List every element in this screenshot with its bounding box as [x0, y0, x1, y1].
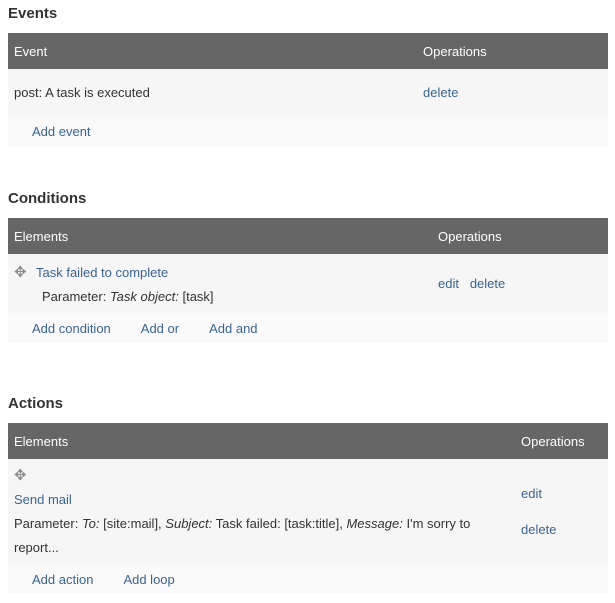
delete-link[interactable]: delete: [423, 85, 458, 100]
add-and-link[interactable]: Add and: [209, 321, 257, 336]
add-event-link[interactable]: Add event: [32, 124, 91, 139]
action-parameter: Parameter: To: [site:mail], Subject: Tas…: [14, 516, 471, 555]
col-operations: Operations: [432, 218, 608, 254]
col-elements: Elements: [8, 423, 515, 459]
col-operations: Operations: [515, 423, 608, 459]
actions-table-wrap: Elements Operations ✥ Send mail Parameter…: [8, 423, 608, 593]
col-event: Event: [8, 33, 417, 69]
actions-heading: Actions: [8, 395, 64, 412]
table-row: ✥ Send mail Parameter: To: [site:mail], …: [8, 459, 608, 565]
events-table-wrap: Event Operations post: A task is executed…: [8, 33, 608, 147]
delete-link[interactable]: delete: [470, 276, 505, 291]
col-operations: Operations: [417, 33, 608, 69]
condition-parameter: Parameter: Task object: [task]: [42, 289, 214, 304]
drag-handle-icon[interactable]: ✥: [14, 464, 36, 488]
delete-link[interactable]: delete: [521, 522, 556, 537]
col-elements: Elements: [8, 218, 432, 254]
condition-name-link[interactable]: Task failed to complete: [36, 265, 168, 280]
drag-handle-icon[interactable]: ✥: [14, 263, 36, 281]
conditions-table: Elements Operations ✥ Task failed to compl…: [8, 218, 608, 343]
action-name-link[interactable]: Send mail: [14, 492, 72, 507]
edit-link[interactable]: edit: [438, 276, 459, 291]
table-row: post: A task is executed delete: [8, 69, 608, 115]
events-table: Event Operations post: A task is executed…: [8, 33, 608, 147]
events-heading: Events: [8, 5, 58, 22]
event-label: post: A task is executed: [14, 84, 150, 100]
add-loop-link[interactable]: Add loop: [123, 572, 174, 587]
edit-link[interactable]: edit: [521, 486, 542, 501]
conditions-heading: Conditions: [8, 190, 87, 207]
add-condition-link[interactable]: Add condition: [32, 321, 111, 336]
table-row: ✥ Task failed to complete Parameter: Task…: [8, 254, 608, 313]
conditions-table-wrap: Elements Operations ✥ Task failed to compl…: [8, 218, 608, 343]
actions-table: Elements Operations ✥ Send mail Parameter…: [8, 423, 608, 593]
add-action-link[interactable]: Add action: [32, 572, 93, 587]
add-or-link[interactable]: Add or: [141, 321, 179, 336]
